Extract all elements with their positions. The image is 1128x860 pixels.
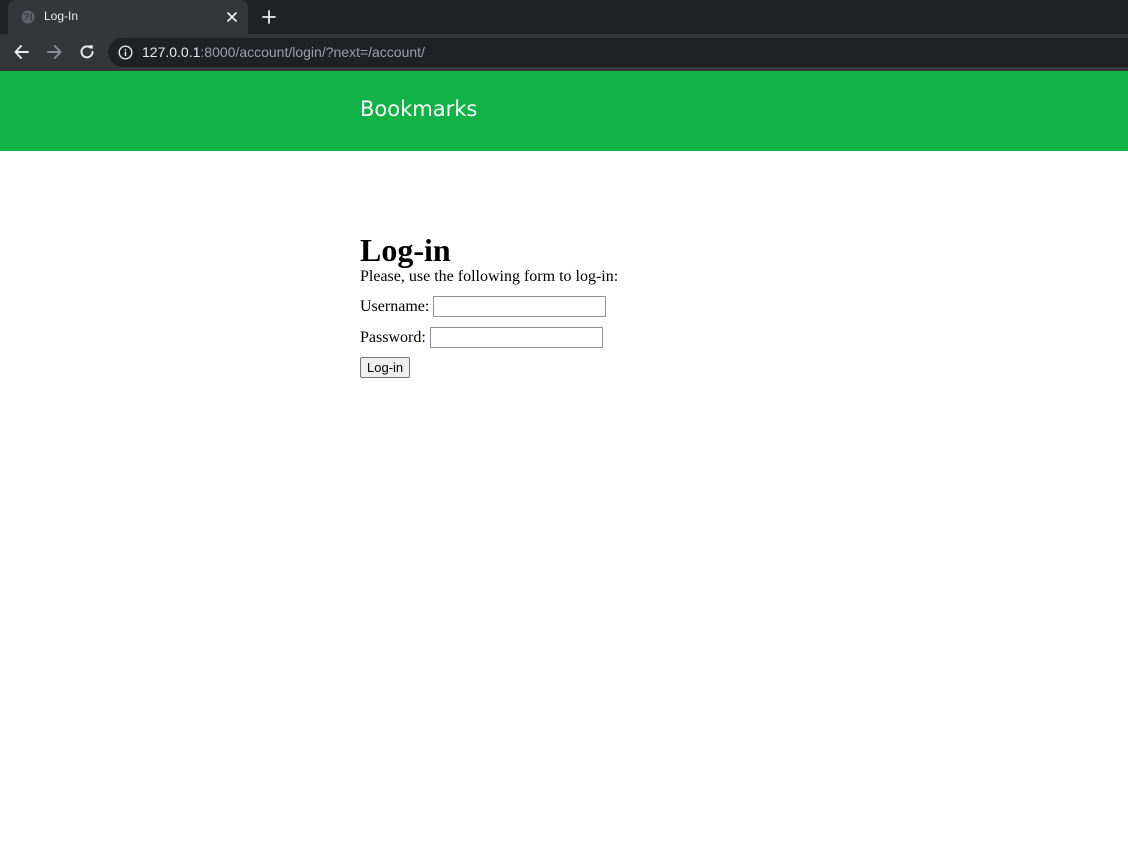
browser-toolbar: 127.0.0.1:8000/account/login/?next=/acco… [0, 34, 1128, 71]
intro-text: Please, use the following form to log-in… [360, 268, 619, 285]
tab-log-in[interactable]: Log-In [8, 0, 248, 34]
submit-row: Log-in [360, 357, 618, 378]
page-title: Log-in [360, 232, 451, 268]
password-label: Password: [360, 329, 426, 346]
login-button[interactable]: Log-in [360, 357, 411, 378]
url-host: 127.0.0.1 [142, 44, 201, 60]
username-row: Username: [360, 295, 618, 318]
tab-strip: Log-In [0, 0, 1128, 34]
url-path: :8000/account/login/?next=/account/ [200, 44, 425, 60]
username-label: Username: [360, 298, 430, 315]
info-icon[interactable] [118, 45, 133, 60]
reload-icon[interactable] [77, 42, 97, 62]
globe-icon [21, 10, 35, 24]
browser-chrome: Log-In 127.0.0.1:8000/account/login/?nex… [0, 0, 1128, 71]
tab-title: Log-In [44, 9, 79, 23]
back-arrow-icon[interactable] [12, 42, 32, 62]
forward-arrow-icon[interactable] [44, 42, 64, 62]
password-row: Password: [360, 326, 618, 349]
url-text: 127.0.0.1:8000/account/login/?next=/acco… [142, 44, 425, 60]
login-content: Log-in Please, use the following form to… [360, 233, 618, 378]
login-form: Username: Password: Log-in [360, 295, 618, 378]
site-header: Bookmarks [0, 71, 1128, 151]
password-input[interactable] [429, 327, 603, 348]
address-bar[interactable]: 127.0.0.1:8000/account/login/?next=/acco… [108, 38, 1128, 67]
site-logo[interactable]: Bookmarks [360, 97, 477, 121]
close-icon[interactable] [224, 9, 240, 25]
username-input[interactable] [433, 296, 607, 317]
new-tab-icon[interactable] [261, 9, 277, 25]
